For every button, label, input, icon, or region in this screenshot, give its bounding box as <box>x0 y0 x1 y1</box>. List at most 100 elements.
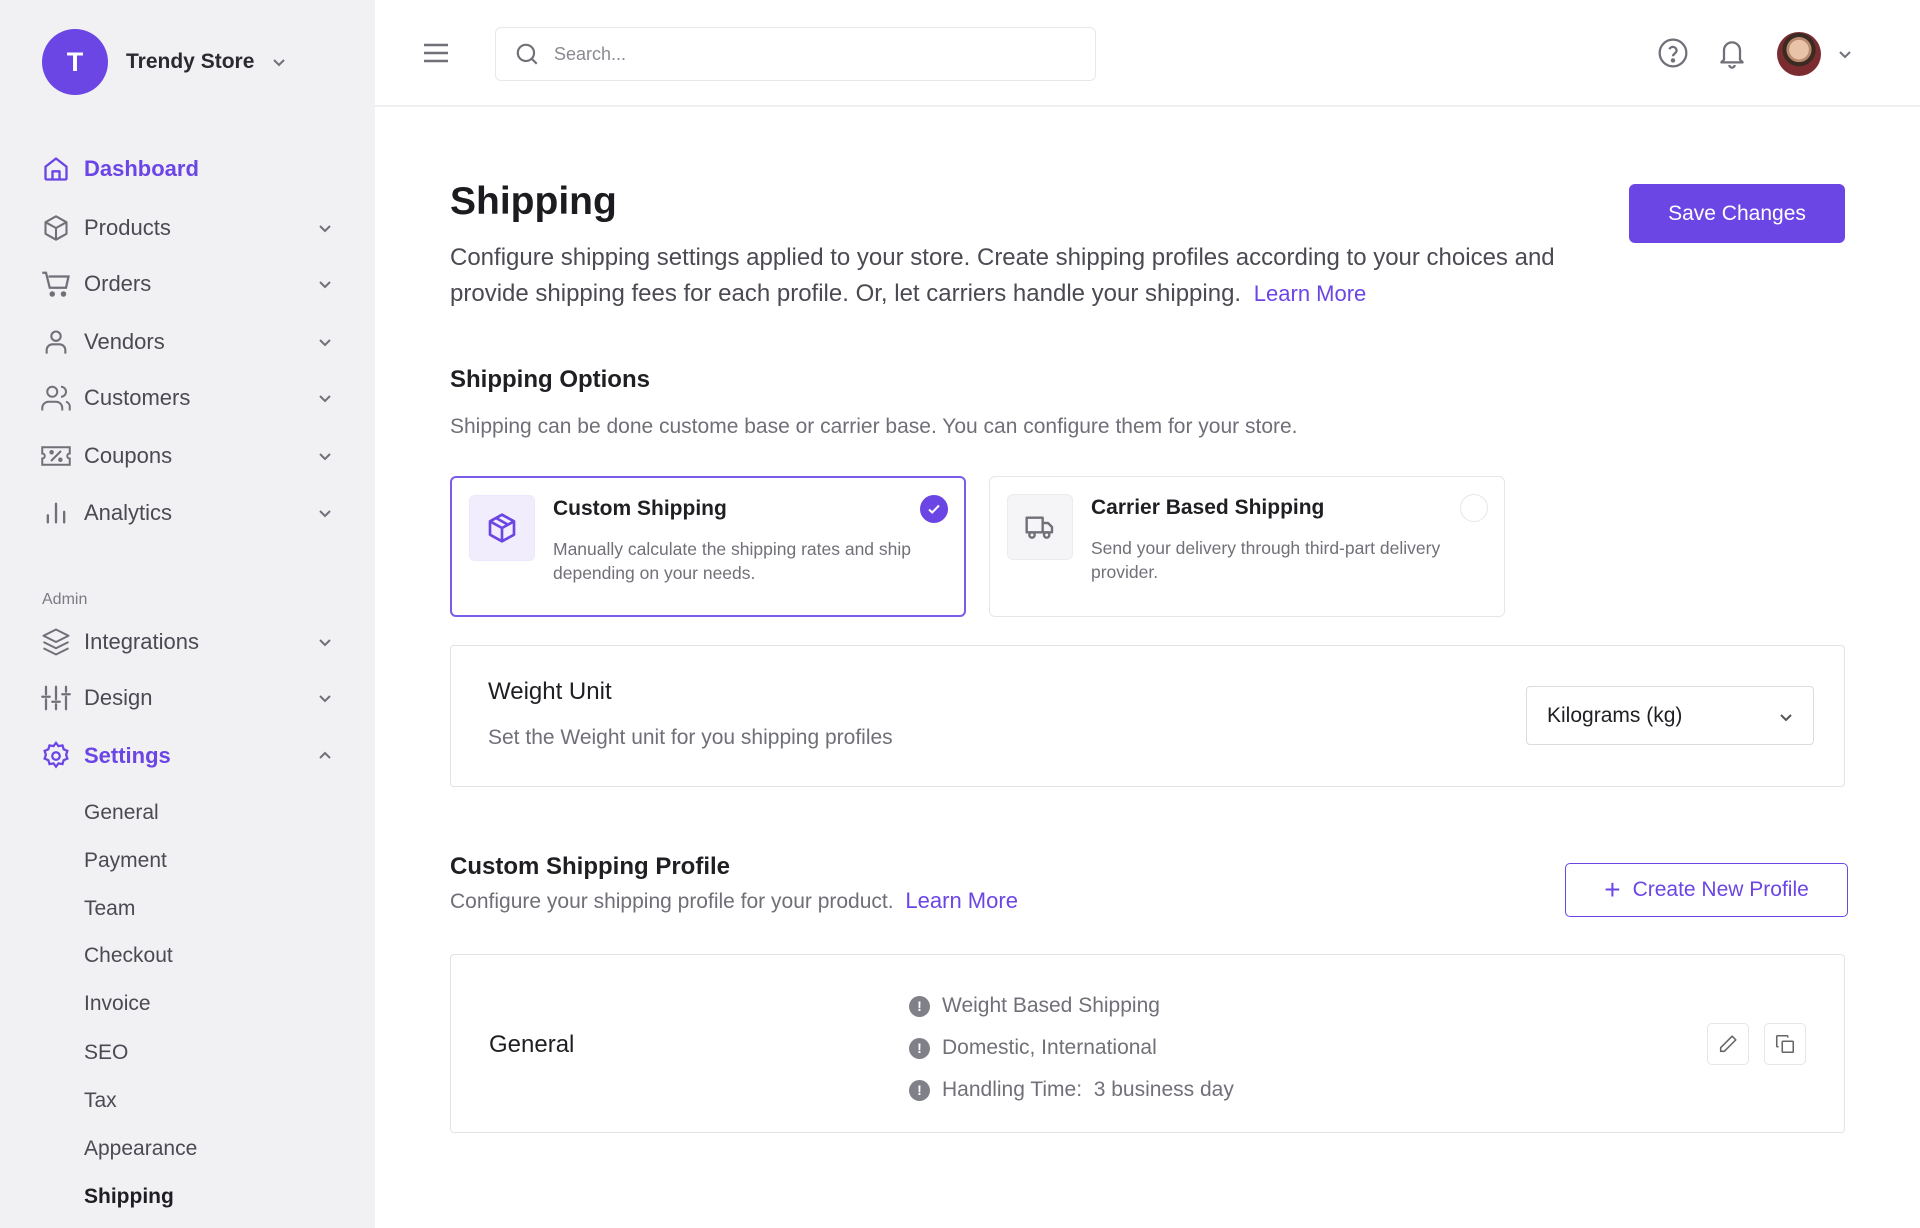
info-icon: ! <box>909 1037 930 1059</box>
profiles-learn-more-link[interactable]: Learn More <box>905 888 1018 913</box>
profile-name: General <box>489 1031 575 1058</box>
shipping-options-title: Shipping Options <box>450 366 650 393</box>
option-description: Manually calculate the shipping rates an… <box>553 539 911 583</box>
feature-text: Handling Time: 3 business day <box>942 1078 1234 1101</box>
sliders-icon <box>40 682 72 714</box>
bar-chart-icon <box>40 497 72 529</box>
sidebar-item-settings[interactable]: Settings <box>40 734 340 778</box>
profile-card: General ! Weight Based Shipping ! Domest… <box>450 954 1845 1133</box>
sidebar-item-label: Analytics <box>84 500 173 525</box>
sidebar-item-label: Design <box>84 685 153 710</box>
profile-feature: ! Handling Time: 3 business day <box>909 1069 1234 1111</box>
chevron-down-icon <box>319 339 331 347</box>
weight-unit-description: Set the Weight unit for you shipping pro… <box>488 726 893 749</box>
duplicate-profile-button[interactable] <box>1764 1023 1806 1065</box>
info-icon: ! <box>909 1079 930 1101</box>
page-description: Configure shipping settings applied to y… <box>450 240 1600 312</box>
settings-sub-payment[interactable]: Payment <box>84 846 167 876</box>
store-switcher[interactable]: T Trendy Store <box>42 29 286 95</box>
sidebar-item-label: Orders <box>84 271 152 296</box>
option-carrier-shipping[interactable]: Carrier Based Shipping Send your deliver… <box>989 476 1505 617</box>
page-description-text: Configure shipping settings applied to y… <box>450 244 1555 307</box>
weight-unit-card: Weight Unit Set the Weight unit for you … <box>450 645 1845 787</box>
profile-feature: ! Weight Based Shipping <box>909 985 1234 1027</box>
sidebar-item-coupons[interactable]: Coupons <box>40 434 340 478</box>
search-input[interactable] <box>554 43 1054 65</box>
sidebar-item-vendors[interactable]: Vendors <box>40 320 340 364</box>
chevron-down-icon <box>319 510 331 518</box>
sidebar-item-integrations[interactable]: Integrations <box>40 620 340 664</box>
chevron-down-icon[interactable] <box>1838 47 1852 61</box>
weight-unit-title: Weight Unit <box>488 678 612 705</box>
chevron-down-icon <box>1780 714 1792 722</box>
package-icon <box>469 495 535 561</box>
profile-features: ! Weight Based Shipping ! Domestic, Inte… <box>909 985 1234 1111</box>
option-custom-shipping[interactable]: Custom Shipping Manually calculate the s… <box>450 476 966 617</box>
sidebar-item-analytics[interactable]: Analytics <box>40 491 340 535</box>
page-title: Shipping <box>450 180 617 223</box>
user-icon <box>40 326 72 358</box>
user-avatar[interactable] <box>1777 32 1821 76</box>
info-icon: ! <box>909 995 930 1017</box>
create-new-profile-label: Create New Profile <box>1632 878 1809 901</box>
sidebar-item-dashboard[interactable]: Dashboard <box>40 147 340 191</box>
shipping-options-description: Shipping can be done custome base or car… <box>450 415 1298 438</box>
chevron-down-icon <box>319 695 331 703</box>
search-icon <box>516 43 538 65</box>
sidebar-item-label: Customers <box>84 385 191 410</box>
settings-sub-checkout[interactable]: Checkout <box>84 941 173 971</box>
weight-unit-value: Kilograms (kg) <box>1547 703 1683 727</box>
feature-text: Domestic, International <box>942 1036 1157 1059</box>
radio-unchecked-icon[interactable] <box>1460 494 1488 522</box>
store-name: Trendy Store <box>126 50 255 73</box>
sidebar-item-products[interactable]: Products <box>40 206 340 250</box>
search-box[interactable] <box>495 27 1096 81</box>
create-new-profile-button[interactable]: + Create New Profile <box>1565 863 1848 917</box>
settings-sub-invoice[interactable]: Invoice <box>84 989 151 1019</box>
chevron-down-icon <box>319 453 331 461</box>
option-title: Custom Shipping <box>553 497 727 520</box>
users-icon <box>40 382 72 414</box>
sidebar-item-design[interactable]: Design <box>40 676 340 720</box>
chevron-down-icon <box>319 639 331 647</box>
gear-icon <box>40 740 72 772</box>
sidebar-item-orders[interactable]: Orders <box>40 262 340 306</box>
settings-sub-general[interactable]: General <box>84 798 159 828</box>
sidebar-item-label: Settings <box>84 743 171 768</box>
store-avatar: T <box>42 29 108 95</box>
settings-sub-appearance[interactable]: Appearance <box>84 1134 197 1164</box>
learn-more-link[interactable]: Learn More <box>1254 281 1367 306</box>
option-description: Send your delivery through third-part de… <box>1091 538 1441 582</box>
copy-icon <box>1775 1034 1795 1054</box>
chevron-down-icon <box>319 281 331 289</box>
sidebar-item-customers[interactable]: Customers <box>40 376 340 420</box>
layers-icon <box>40 626 72 658</box>
profile-feature: ! Domestic, International <box>909 1027 1234 1069</box>
save-changes-button[interactable]: Save Changes <box>1629 184 1845 243</box>
settings-sub-team[interactable]: Team <box>84 894 135 924</box>
radio-checked-icon[interactable] <box>920 495 948 523</box>
settings-sub-tax[interactable]: Tax <box>84 1086 117 1116</box>
chevron-down-icon <box>319 395 331 403</box>
sidebar-item-label: Products <box>84 215 171 240</box>
profiles-title: Custom Shipping Profile <box>450 853 730 880</box>
chevron-down-icon <box>273 59 286 67</box>
sidebar-item-label: Coupons <box>84 443 173 468</box>
settings-sub-seo[interactable]: SEO <box>84 1038 128 1068</box>
weight-unit-select[interactable]: Kilograms (kg) <box>1526 686 1814 745</box>
coupon-icon <box>40 440 72 472</box>
bell-icon[interactable] <box>1716 37 1748 69</box>
sidebar-item-label: Vendors <box>84 329 165 354</box>
sidebar-item-label: Dashboard <box>84 156 199 181</box>
cart-icon <box>40 268 72 300</box>
settings-sub-shipping[interactable]: Shipping <box>84 1182 174 1212</box>
topbar <box>375 0 1920 107</box>
chevron-down-icon <box>319 225 331 233</box>
sidebar-item-label: Integrations <box>84 629 199 654</box>
help-icon[interactable] <box>1657 37 1689 69</box>
home-icon <box>40 153 72 185</box>
edit-profile-button[interactable] <box>1707 1023 1749 1065</box>
chevron-up-icon <box>319 751 331 759</box>
plus-icon: + <box>1604 874 1621 905</box>
menu-icon[interactable] <box>423 42 449 64</box>
